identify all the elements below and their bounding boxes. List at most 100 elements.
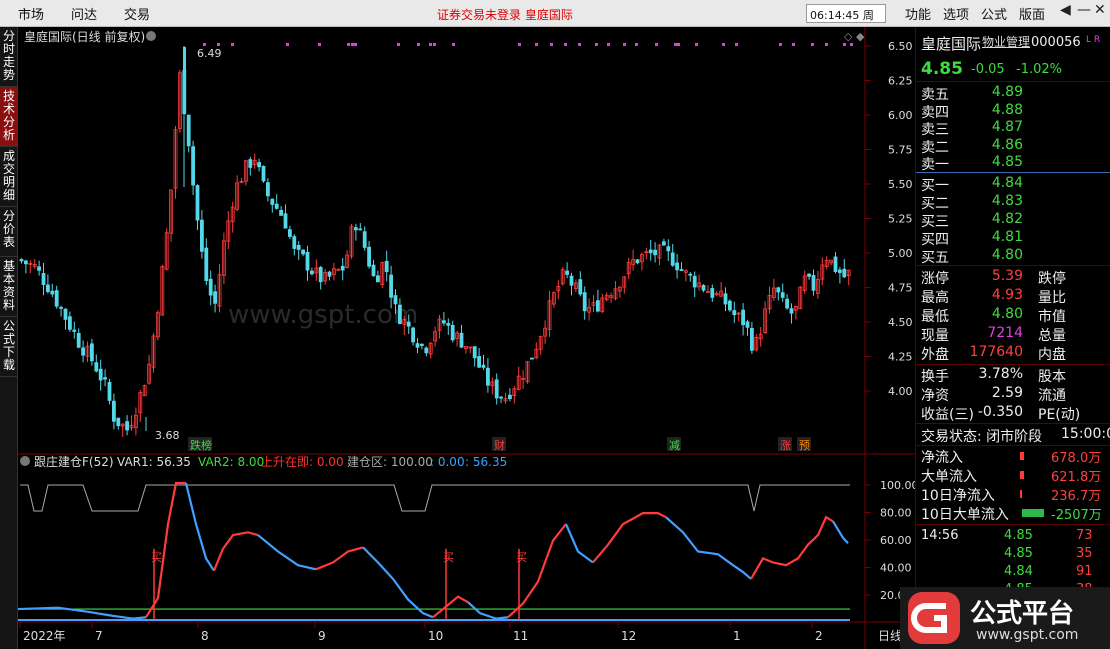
menu-formula[interactable]: 公式 — [981, 4, 1007, 23]
menu-options[interactable]: 选项 — [943, 4, 969, 23]
row-value: 177640 — [969, 344, 1023, 360]
signal-dot — [429, 43, 432, 46]
date-tick: 8 — [201, 629, 209, 643]
candle-body — [635, 259, 640, 264]
chart-title: 皇庭国际(日线 前复权) — [24, 29, 145, 44]
var1-label: VAR1: 56.35 — [117, 455, 191, 469]
row-label: 最高 — [921, 290, 949, 306]
dropdown-icon[interactable] — [146, 31, 156, 41]
tab-trades[interactable]: 成交明细 — [0, 147, 18, 207]
candle-body — [785, 298, 789, 309]
tick-price: 4.84 — [1004, 564, 1033, 579]
row-label-2: 跌停 — [1038, 271, 1066, 287]
tick-row: 4.84 91 — [916, 564, 1110, 582]
row-label: 最低 — [921, 309, 949, 325]
candle-body — [679, 269, 684, 271]
signal-dot — [811, 43, 814, 46]
login-notice[interactable]: 证券交易未登录 皇庭国际 — [437, 6, 573, 23]
candle-body — [24, 260, 28, 265]
tab-formula-download[interactable]: 公式下载 — [0, 317, 18, 377]
row-value: 5.39 — [991, 268, 1023, 284]
ask-row: 卖三 4.87 — [916, 119, 1110, 138]
candle-body — [789, 308, 794, 314]
candle-body — [358, 228, 363, 231]
candle-body — [81, 347, 85, 356]
candle-body — [833, 256, 838, 272]
candle-body — [662, 241, 666, 246]
menu-bar: 市场 问达 交易 证券交易未登录 皇庭国际 06:14:45 周一 功能 选项 … — [0, 0, 1110, 38]
candle-body — [367, 246, 372, 267]
logo-url: www.gspt.com — [976, 627, 1079, 643]
signal-dot — [825, 43, 828, 46]
flow-row: 大单流入 621.8万 — [916, 466, 1110, 485]
price-tick: 5.25 — [888, 213, 913, 226]
tick-price: 4.85 — [1004, 546, 1033, 561]
tab-intraday[interactable]: 分时走势 — [0, 27, 18, 87]
tick-volume: 91 — [1076, 564, 1093, 579]
flow-bar — [1020, 452, 1024, 460]
signal-dot — [318, 43, 321, 46]
row-label: 外盘 — [921, 347, 949, 363]
tab-fundamentals[interactable]: 基本资料 — [0, 257, 18, 317]
candle-body — [309, 270, 314, 275]
row-label: 买一 — [921, 178, 949, 194]
menu-trade[interactable]: 交易 — [124, 4, 150, 23]
candle-body — [807, 273, 811, 277]
candle-body — [481, 364, 486, 368]
event-label: 财 — [494, 438, 505, 452]
signal-dot — [695, 43, 698, 46]
stat-row: 最低 4.80 市值 — [916, 306, 1110, 325]
candle-body — [648, 249, 653, 254]
menu-market[interactable]: 市场 — [18, 4, 44, 23]
candle-body — [415, 343, 420, 348]
period-label[interactable]: 日线 — [878, 629, 902, 643]
diamond-icon[interactable]: ◇ ◆ — [844, 30, 865, 43]
signal-dot — [595, 43, 598, 46]
price-tick: 6.50 — [888, 40, 913, 53]
candle-body — [204, 247, 209, 281]
candle-body — [578, 279, 583, 295]
indicator-menu-icon[interactable] — [20, 456, 30, 466]
candle-body — [98, 368, 103, 381]
candle-body — [653, 249, 657, 256]
signal-dot — [203, 43, 206, 46]
candle-body — [776, 287, 781, 293]
tab-price-table[interactable]: 分价表 — [0, 207, 18, 257]
date-tick: 7 — [95, 629, 103, 643]
indicator-tick: 60.00 — [880, 534, 912, 547]
event-label: 跌榜 — [190, 438, 212, 452]
back-icon[interactable]: ◀ — [1060, 2, 1071, 18]
row-value: 4.93 — [991, 287, 1023, 303]
menu-layout[interactable]: 版面 — [1019, 4, 1045, 23]
candle-body — [112, 400, 116, 422]
candle-body — [397, 304, 402, 325]
signal-dot — [217, 43, 220, 46]
price-row: 4.85 -0.05 -1.02% — [916, 59, 1110, 81]
menu-wenda[interactable]: 问达 — [71, 4, 97, 23]
kline-chart[interactable]: 皇庭国际(日线 前复权) ◇ ◆ 6.50 6.25 6.00 5.75 5.50 5.2… — [18, 27, 915, 649]
minimize-icon[interactable]: — — [1077, 2, 1091, 18]
max-price-label: 6.49 — [197, 47, 222, 60]
signal-dot — [354, 43, 357, 46]
candle-body — [116, 417, 121, 427]
date-tick: 1 — [733, 629, 741, 643]
candle-body — [838, 269, 842, 273]
signal-dot — [779, 43, 782, 46]
candle-body — [90, 343, 94, 362]
menu-function[interactable]: 功能 — [905, 4, 931, 23]
candle-body — [50, 290, 55, 295]
flow-label: 大单流入 — [921, 469, 977, 485]
indicator-name: 跟庄建仓F(52) — [34, 454, 114, 469]
price-tick: 4.25 — [888, 351, 913, 364]
candle-body — [596, 300, 600, 312]
ask-row: 卖四 4.88 — [916, 102, 1110, 121]
candle-body — [41, 273, 46, 285]
trading-status: 交易状态: 闭市阶段 — [921, 429, 1043, 445]
candle-body — [296, 244, 301, 250]
tab-technical[interactable]: 技术分析 — [0, 87, 18, 147]
candle-body — [494, 379, 499, 399]
industry-link[interactable]: 物业管理 — [982, 33, 1030, 50]
buy-signal-label: 买 — [151, 551, 162, 564]
close-icon[interactable]: ✕ — [1094, 2, 1106, 18]
candle-body — [741, 309, 745, 326]
